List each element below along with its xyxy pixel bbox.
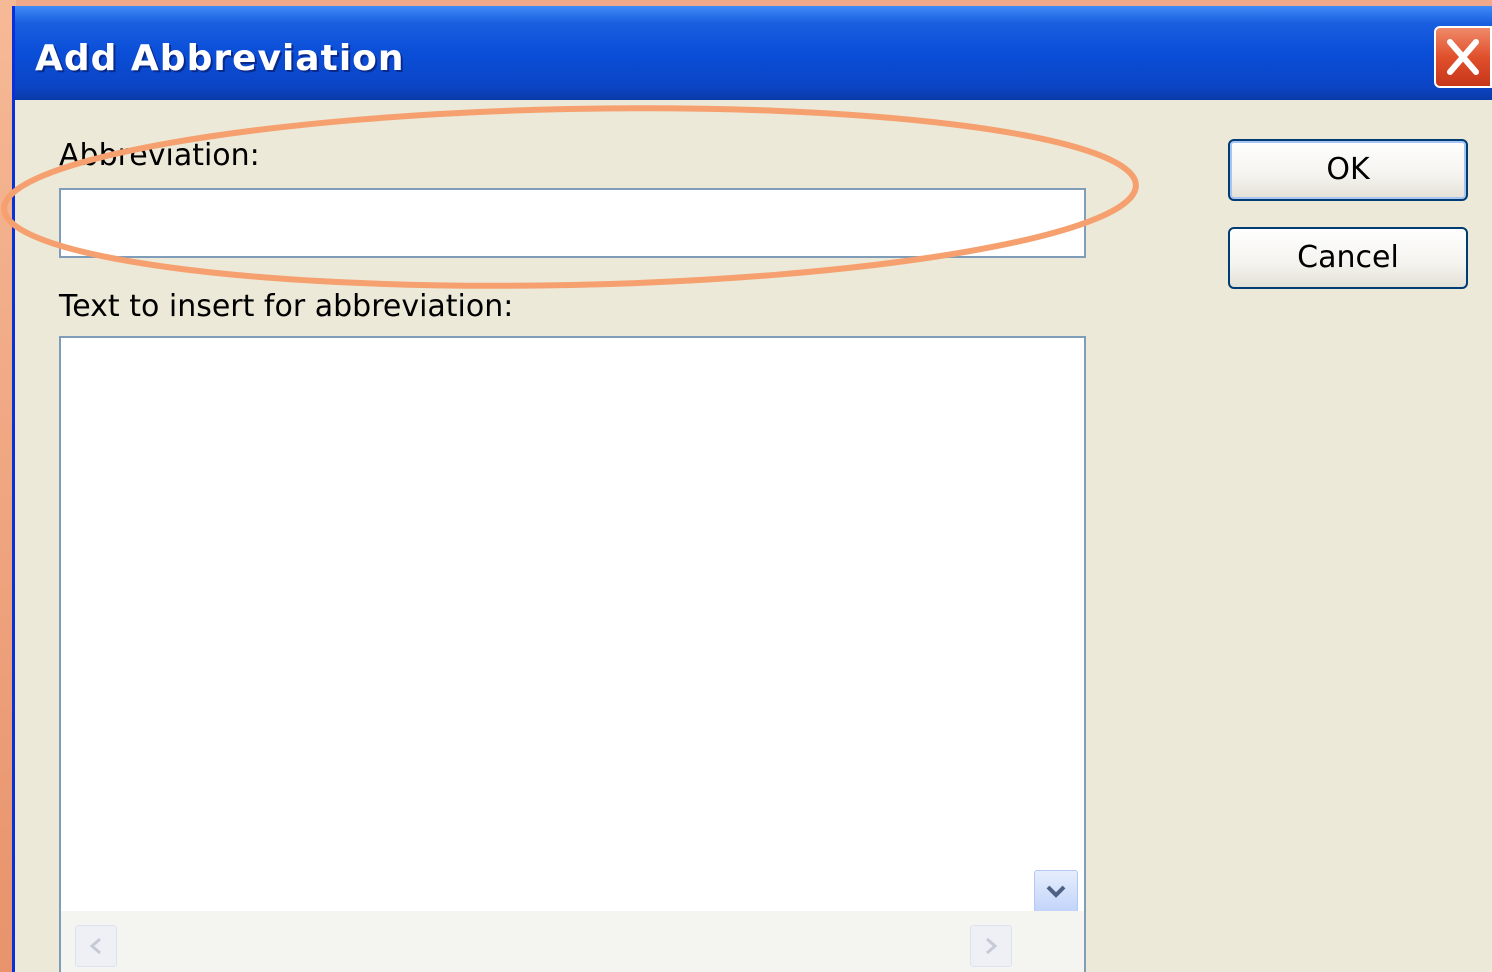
chevron-left-icon — [89, 937, 101, 955]
scroll-down-button[interactable] — [1034, 870, 1078, 914]
title-bar[interactable]: Add Abbreviation — [15, 6, 1492, 100]
scroll-left-button[interactable] — [75, 925, 117, 967]
add-abbreviation-dialog: Add Abbreviation Abbreviation: Text to i… — [12, 6, 1492, 972]
text-to-insert-box — [59, 336, 1086, 972]
text-to-insert-label: Text to insert for abbreviation: — [59, 289, 514, 324]
ok-button[interactable]: OK — [1228, 139, 1468, 201]
abbreviation-field[interactable] — [59, 188, 1086, 258]
chevron-right-icon — [986, 937, 998, 955]
horizontal-scrollbar[interactable] — [61, 911, 1084, 972]
dialog-title: Add Abbreviation — [35, 38, 405, 79]
text-to-insert-field[interactable] — [61, 338, 1021, 908]
close-button[interactable] — [1434, 26, 1492, 88]
cancel-button[interactable]: Cancel — [1228, 227, 1468, 289]
chevron-down-icon — [1046, 885, 1066, 898]
close-icon — [1447, 39, 1479, 75]
scroll-right-button[interactable] — [970, 925, 1012, 967]
abbreviation-label: Abbreviation: — [59, 138, 260, 173]
